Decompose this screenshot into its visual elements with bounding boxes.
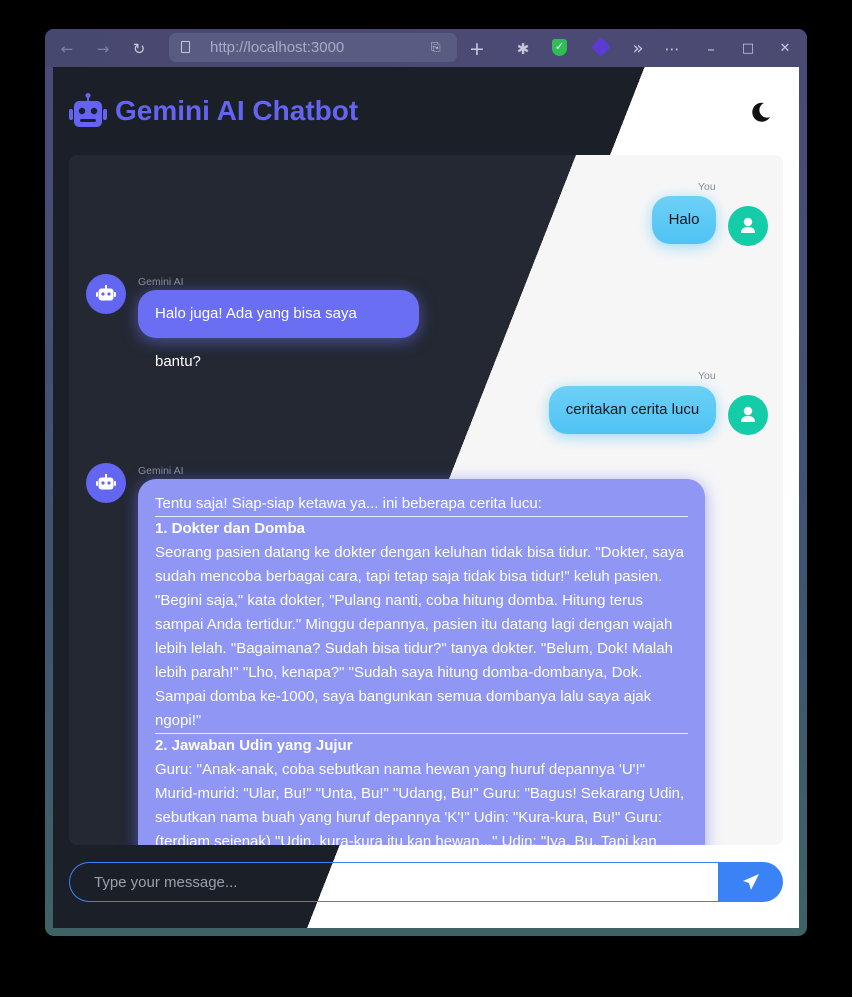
bot-message-bubble: Halo juga! Ada yang bisa saya bantu?	[138, 290, 419, 370]
sender-label: You	[698, 181, 716, 193]
app-viewport: Gemini AI Chatbot You Halo Gemini AI Hal…	[53, 67, 799, 928]
robot-logo-icon	[69, 93, 107, 127]
user-avatar	[728, 395, 768, 435]
bot-avatar	[86, 463, 126, 503]
forward-arrow-icon[interactable]: →	[92, 38, 114, 60]
user-message-bubble: Halo	[652, 196, 716, 244]
message-input[interactable]	[69, 862, 719, 902]
reader-view-icon[interactable]: ⎘	[431, 39, 447, 55]
page-icon	[181, 41, 190, 53]
user-avatar	[728, 206, 768, 246]
bot-message-bubble: Tentu saja! Siap-siap ketawa ya... ini b…	[138, 479, 705, 845]
user-icon	[741, 406, 755, 422]
story-intro: Tentu saja! Siap-siap ketawa ya... ini b…	[155, 495, 542, 512]
url-text: http://localhost:3000	[210, 39, 345, 56]
composer	[69, 862, 783, 904]
extensions-puzzle-icon[interactable]: ✱	[512, 38, 534, 60]
browser-window: ← → ↻ http://localhost:3000 ⎘ + ✱ ✓ » ⋯ …	[45, 29, 807, 936]
story-body: Guru: "Anak-anak, coba sebutkan nama hew…	[155, 761, 685, 845]
chat-messages[interactable]: You Halo Gemini AI Halo juga! Ada yang b…	[69, 155, 783, 845]
moon-icon[interactable]	[750, 101, 772, 123]
paper-plane-icon	[742, 874, 759, 890]
robot-icon	[96, 474, 116, 490]
address-bar[interactable]: http://localhost:3000 ⎘	[169, 33, 457, 62]
sender-label: Gemini AI	[138, 276, 184, 288]
browser-toolbar: ← → ↻ http://localhost:3000 ⎘ + ✱ ✓ » ⋯ …	[45, 29, 807, 67]
back-arrow-icon[interactable]: ←	[56, 38, 78, 60]
close-icon[interactable]: ✕	[774, 38, 796, 60]
robot-icon	[96, 285, 116, 301]
reload-icon[interactable]: ↻	[128, 38, 150, 60]
user-icon	[741, 217, 755, 233]
sender-label: You	[698, 370, 716, 382]
story-title: 2. Jawaban Udin yang Jujur	[155, 737, 353, 754]
violet-extension-icon[interactable]	[591, 37, 611, 57]
bot-avatar	[86, 274, 126, 314]
maximize-icon[interactable]: □	[737, 38, 759, 60]
story-title: 1. Dokter dan Domba	[155, 520, 306, 537]
minimize-icon[interactable]: –	[700, 38, 722, 60]
overflow-chevrons-icon[interactable]: »	[627, 38, 649, 60]
sender-label: Gemini AI	[138, 465, 184, 477]
story-body: Seorang pasien datang ke dokter dengan k…	[155, 544, 685, 729]
app-header: Gemini AI Chatbot	[69, 93, 358, 129]
send-button[interactable]	[718, 862, 783, 902]
app-title: Gemini AI Chatbot	[115, 95, 359, 126]
new-tab-plus-icon[interactable]: +	[466, 38, 488, 60]
more-dots-icon[interactable]: ⋯	[661, 38, 683, 60]
user-message-bubble: ceritakan cerita lucu	[549, 386, 716, 434]
shield-extension-icon[interactable]: ✓	[552, 39, 567, 56]
